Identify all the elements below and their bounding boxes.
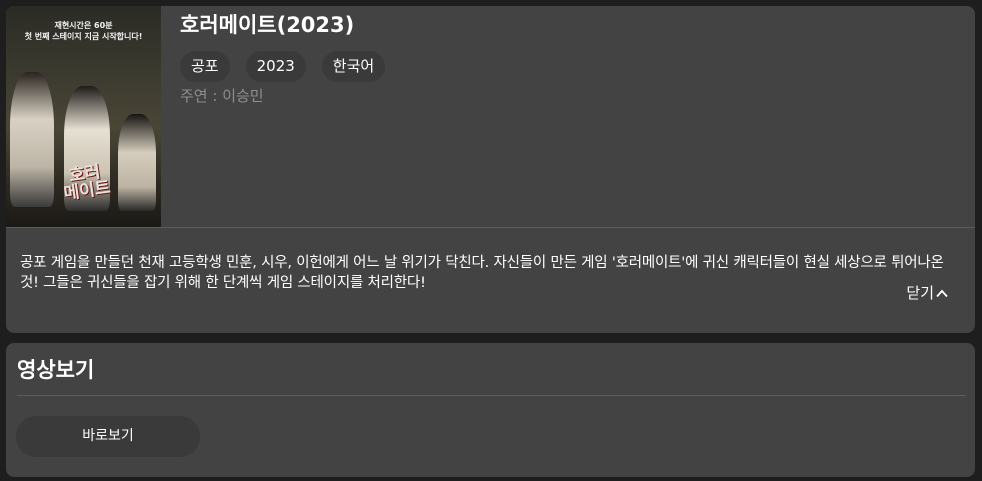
movie-poster: 재현시간은 60분 첫 번째 스테이지 지금 시작합니다! 호러 메이트	[6, 6, 161, 227]
watch-now-button[interactable]: 바로보기	[16, 416, 200, 457]
watch-section: 영상보기 바로보기	[6, 343, 975, 477]
collapse-synopsis-button[interactable]: 닫기	[906, 282, 948, 304]
poster-figure-right	[118, 114, 156, 211]
poster-tagline-2: 첫 번째 스테이지 지금 시작합니다!	[24, 32, 143, 41]
poster-credits	[14, 210, 153, 218]
divider	[17, 395, 966, 396]
divider	[6, 227, 975, 228]
movie-synopsis: 공포 게임을 만들던 천재 고등학생 민훈, 시우, 이헌에게 어느 날 위기가…	[20, 255, 944, 291]
collapse-label: 닫기	[906, 284, 934, 302]
movie-info-card: 재현시간은 60분 첫 번째 스테이지 지금 시작합니다! 호러 메이트 호러메…	[6, 6, 975, 333]
year-tag[interactable]: 2023	[245, 51, 306, 82]
genre-tag[interactable]: 공포	[180, 51, 230, 82]
language-tag[interactable]: 한국어	[321, 51, 386, 82]
chevron-up-icon	[936, 282, 948, 304]
watch-section-title: 영상보기	[17, 358, 95, 382]
poster-figure-left	[10, 72, 54, 207]
movie-cast: 주연 : 이승민	[180, 87, 264, 105]
poster-title: 호러 메이트	[62, 162, 112, 205]
poster-tagline-1: 재현시간은 60분	[54, 21, 113, 30]
movie-tags: 공포 2023 한국어	[180, 51, 386, 82]
movie-title: 호러메이트(2023)	[180, 13, 355, 37]
